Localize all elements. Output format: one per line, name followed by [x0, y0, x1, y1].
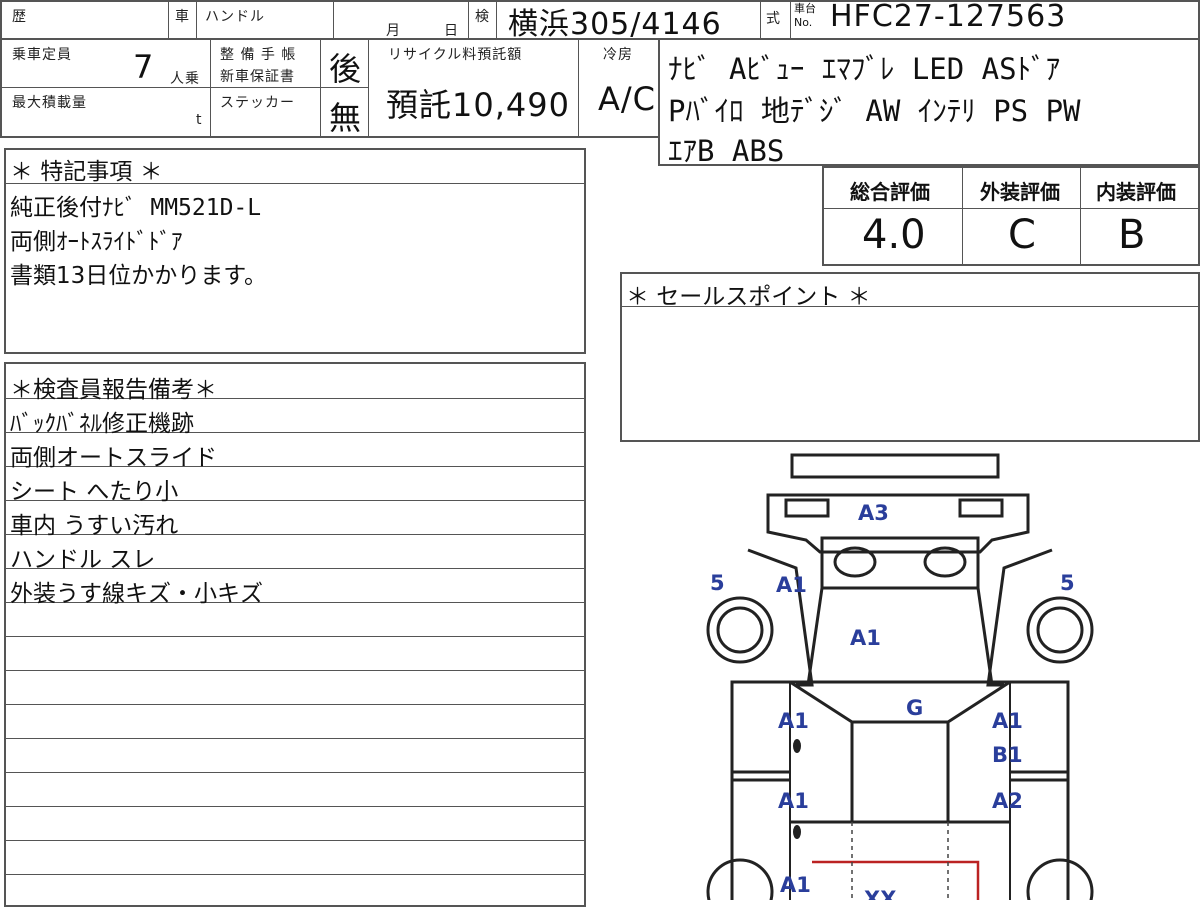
inspector-report-line-6: 外装うす線キズ・小キズ [10, 581, 263, 607]
report-rule-line [4, 874, 586, 875]
inspector-report-line-5: ハンドル スレ [10, 547, 156, 573]
report-rule-line [4, 704, 586, 705]
mark-right-rear-door: A2 [992, 789, 1023, 813]
inspector-report-line-2: 両側オートスライド [10, 445, 217, 471]
sales-points-title: ＊ セールスポイント ＊ [626, 284, 871, 310]
capacity-unit: 人乗 [170, 71, 200, 87]
report-rule-line [4, 636, 586, 637]
mark-left-front-door: A1 [778, 709, 809, 733]
mark-right-front-tire: 5 [1060, 571, 1075, 595]
overall-rating-label: 総合評価 [850, 180, 930, 204]
inspection-value: 横浜305/4146 [508, 7, 722, 42]
equipment-line-1: ﾅﾋﾞ Aﾋﾞｭｰ ｴﾏﾌﾞﾚ LED ASﾄﾞｱ [668, 52, 1061, 86]
inspector-report-line-3: シート へたり小 [10, 479, 179, 505]
day-label: 日 [444, 23, 459, 39]
chassis-label-bottom: No. [794, 16, 813, 29]
load-unit: t [196, 112, 203, 128]
sticker-value: 無 [329, 99, 363, 137]
capacity-value: 7 [133, 48, 155, 86]
inspector-report-line-1: ﾊﾞｯｸﾊﾞﾈﾙ修正機跡 [10, 411, 194, 437]
month-label: 月 [386, 23, 401, 39]
mark-left-front-fender: A1 [776, 573, 807, 597]
handle-label: ハンドル [205, 9, 265, 25]
car-damage-diagram: A3 5 5 A1 A1 G A1 A1 B1 A1 A2 A1 XX [706, 453, 1094, 900]
recycle-value: 預託10,490 [386, 86, 570, 124]
report-rule-line [4, 738, 586, 739]
mark-hood: A1 [850, 626, 881, 650]
interior-rating-label: 内装評価 [1096, 180, 1176, 204]
inspector-report-title: ＊検査員報告備考＊ [10, 377, 217, 403]
model-label: 式 [766, 11, 781, 27]
recycle-label: リサイクル料預託額 [388, 47, 523, 63]
mark-front-bumper: A3 [858, 501, 889, 525]
mark-left-rear-door: A1 [778, 789, 809, 813]
chassis-value: HFC27-127563 [830, 0, 1067, 34]
report-rule-line [4, 840, 586, 841]
inspection-label: 検 [475, 9, 490, 25]
mark-roof-front: G [906, 696, 923, 720]
exterior-rating-label: 外装評価 [980, 180, 1060, 204]
equipment-line-2: Pﾊﾞｲﾛ 地ﾃﾞｼﾞ AW ｲﾝﾃﾘ PS PW [668, 94, 1081, 128]
maintenance-label-1: 整 備 手 帳 [220, 47, 297, 63]
overall-rating-value: 4.0 [862, 212, 926, 258]
cooling-label: 冷房 [603, 47, 633, 63]
vehicle-label: 車 [175, 9, 190, 25]
sticker-label: ステッカー [220, 95, 295, 111]
special-notes-line-2: 両側ｵｰﾄｽﾗｲﾄﾞﾄﾞｱ [10, 229, 183, 255]
mark-left-front-tire: 5 [710, 571, 725, 595]
special-notes-line-1: 純正後付ﾅﾋﾞ MM521D-L [10, 195, 262, 221]
report-rule-line [4, 670, 586, 671]
capacity-label: 乗車定員 [12, 47, 72, 63]
special-notes-title: ＊ 特記事項 ＊ [10, 159, 163, 185]
mark-right-front-door-a: A1 [992, 709, 1023, 733]
maintenance-label-2: 新車保証書 [220, 69, 295, 85]
mark-rear-panel: XX [864, 887, 896, 900]
exterior-rating-value: C [1008, 212, 1036, 258]
inspector-report-line-4: 車内 うすい汚れ [10, 513, 179, 539]
report-rule-line [4, 806, 586, 807]
cooling-value: A/C [598, 80, 657, 118]
history-label: 歴 [12, 9, 27, 25]
interior-rating-value: B [1118, 212, 1146, 258]
chassis-label-top: 車台 [794, 2, 816, 15]
report-rule-line [4, 772, 586, 773]
mark-left-rear-quarter: A1 [780, 873, 811, 897]
equipment-line-3: ｴｱB ABS [668, 134, 785, 168]
special-notes-line-3: 書類13日位かかります。 [10, 263, 267, 289]
load-label: 最大積載量 [12, 95, 87, 111]
mark-right-front-door-b: B1 [992, 743, 1023, 767]
maintenance-value: 後 [329, 50, 363, 88]
